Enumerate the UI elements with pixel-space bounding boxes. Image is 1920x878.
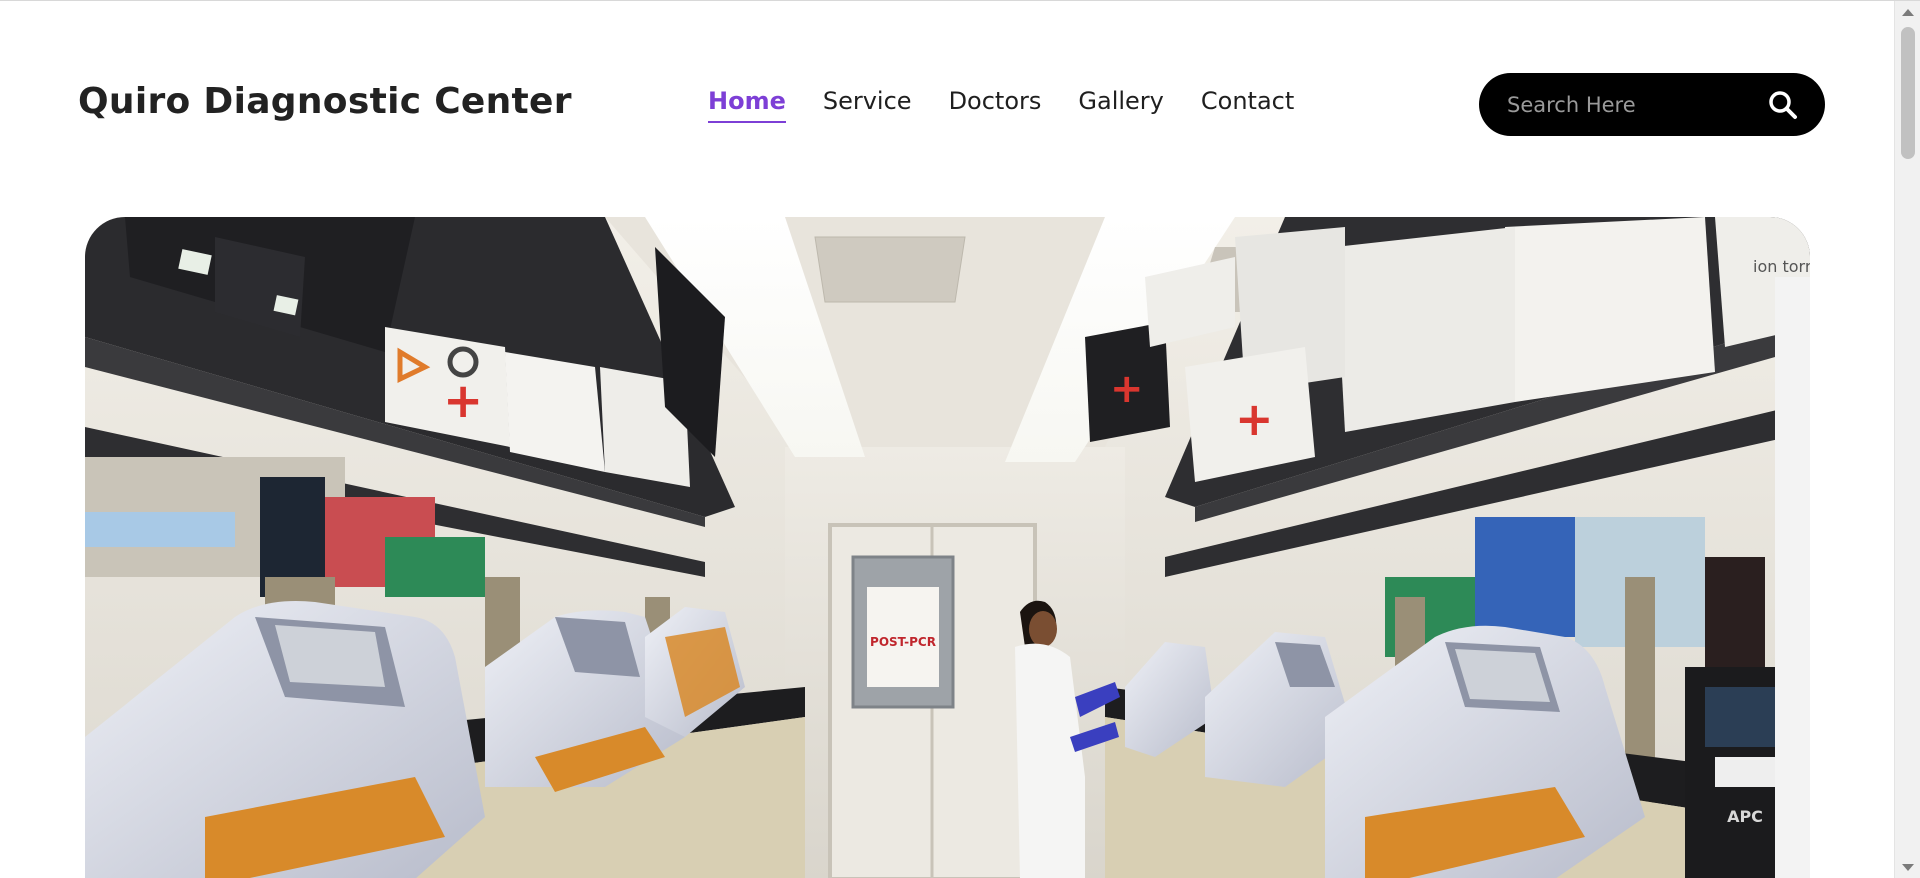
nav-doctors[interactable]: Doctors (949, 87, 1042, 123)
page-scrollbar[interactable] (1894, 1, 1920, 878)
svg-text:+: + (1110, 366, 1144, 412)
hero-image: POST-PCR + ion torrent + (85, 217, 1810, 878)
site-brand[interactable]: Quiro Diagnostic Center (78, 81, 572, 122)
poster-text: POST-PCR (870, 635, 936, 649)
ups-brand-text: APC (1727, 807, 1763, 826)
box-brand-text: ion torrent (1753, 257, 1810, 276)
nav-contact[interactable]: Contact (1201, 87, 1294, 123)
svg-text:+: + (443, 373, 483, 429)
scroll-thumb[interactable] (1901, 27, 1915, 159)
laboratory-photo: POST-PCR + ion torrent + (85, 217, 1810, 878)
site-header: Quiro Diagnostic Center Home Service Doc… (0, 1, 1894, 201)
search-input[interactable] (1507, 92, 1757, 117)
svg-text:+: + (1235, 392, 1274, 446)
search-bar (1479, 73, 1825, 136)
nav-gallery[interactable]: Gallery (1078, 87, 1163, 123)
nav-service[interactable]: Service (823, 87, 912, 123)
main-nav: Home Service Doctors Gallery Contact (708, 87, 1294, 123)
search-icon[interactable] (1767, 89, 1799, 121)
scroll-up-icon[interactable] (1902, 9, 1914, 16)
nav-home[interactable]: Home (708, 87, 786, 123)
scroll-down-icon[interactable] (1902, 864, 1914, 871)
